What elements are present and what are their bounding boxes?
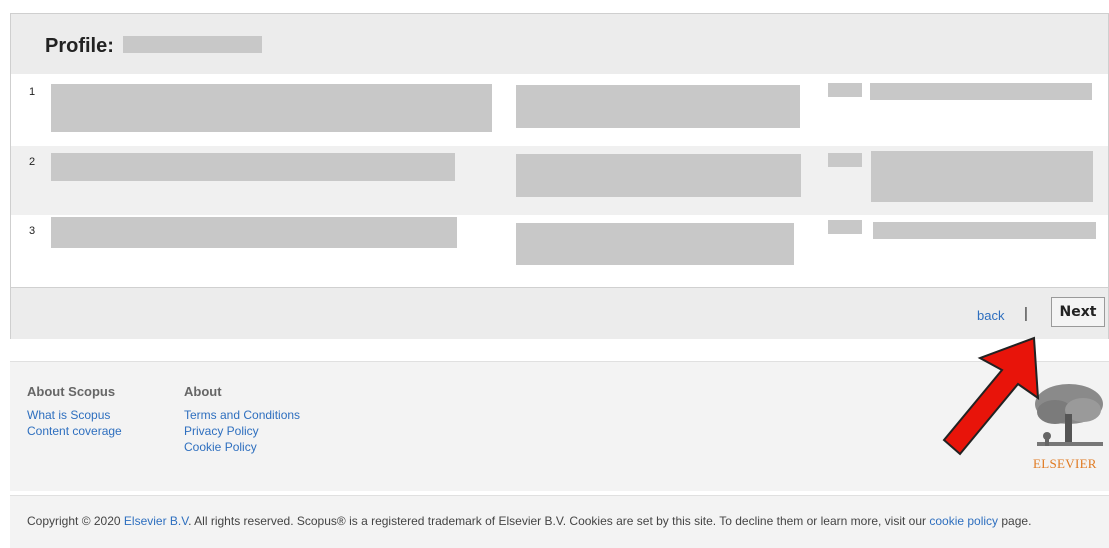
profile-title: Profile: xyxy=(45,35,114,57)
red-arrow-annotation-icon xyxy=(942,336,1040,456)
result-row: 2 xyxy=(11,146,1108,215)
redacted-affiliation xyxy=(516,154,801,197)
back-link[interactable]: back xyxy=(977,308,1004,323)
result-row: 1 xyxy=(11,74,1108,146)
about-heading: About xyxy=(184,384,222,399)
redacted-details xyxy=(870,83,1092,100)
redacted-count xyxy=(828,83,862,97)
redacted-profile-name xyxy=(123,36,262,53)
redacted-count xyxy=(828,220,862,234)
privacy-policy-link[interactable]: Privacy Policy xyxy=(184,424,259,438)
redacted-details xyxy=(871,151,1093,202)
elsevier-link[interactable]: Elsevier B.V xyxy=(124,514,188,528)
what-is-scopus-link[interactable]: What is Scopus xyxy=(27,408,110,422)
copyright-suffix: page. xyxy=(998,514,1032,528)
redacted-affiliation xyxy=(516,223,794,265)
redacted-affiliation xyxy=(516,85,800,128)
row-number: 2 xyxy=(29,156,36,168)
copyright-text: . All rights reserved. Scopus® is a regi… xyxy=(188,514,930,528)
next-button[interactable]: Next xyxy=(1051,297,1105,327)
row-number: 3 xyxy=(29,225,36,237)
redacted-author-name xyxy=(51,217,457,248)
result-row: 3 xyxy=(11,215,1108,287)
terms-link[interactable]: Terms and Conditions xyxy=(184,408,300,422)
cookie-policy-link[interactable]: Cookie Policy xyxy=(184,440,257,454)
about-scopus-heading: About Scopus xyxy=(27,384,116,399)
redacted-author-name xyxy=(51,84,492,132)
nav-separator: | xyxy=(1024,305,1028,322)
content-coverage-link[interactable]: Content coverage xyxy=(27,424,122,438)
redacted-details xyxy=(873,222,1096,239)
redacted-count xyxy=(828,153,862,167)
copyright-prefix: Copyright © 2020 xyxy=(27,514,124,528)
results-panel: Profile: 1 2 3 back | Next xyxy=(10,13,1109,339)
panel-header: Profile: xyxy=(11,14,1108,74)
row-number: 1 xyxy=(29,86,36,98)
redacted-author-name xyxy=(51,153,455,181)
copyright-bar: Copyright © 2020 Elsevier B.V. All right… xyxy=(10,495,1109,548)
cookie-policy-inline-link[interactable]: cookie policy xyxy=(929,514,998,528)
